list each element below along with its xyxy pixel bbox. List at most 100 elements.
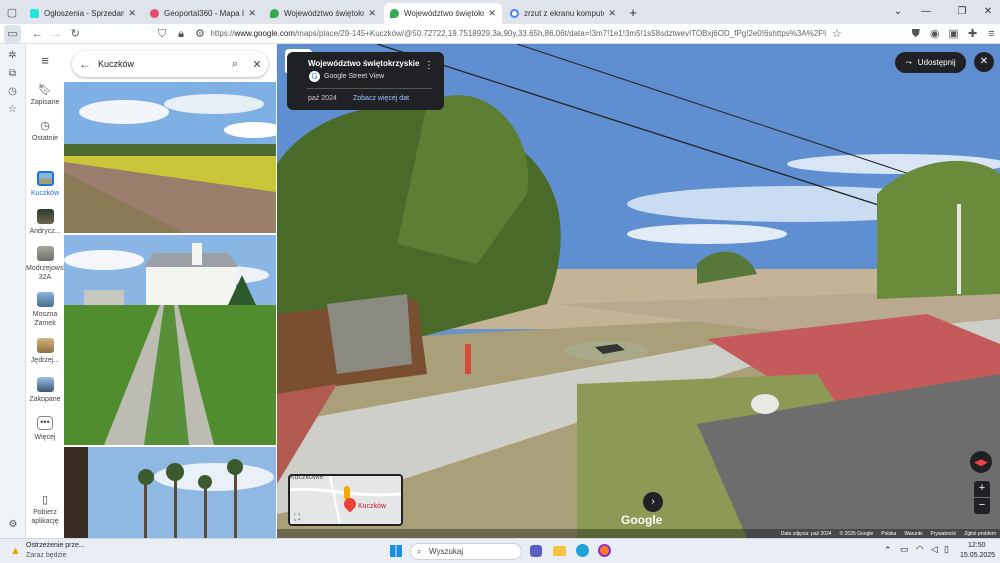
history-icon[interactable]: ◷	[0, 83, 25, 101]
tab-0[interactable]: Ogłoszenia - Sprzedam, kupię ✕	[24, 3, 142, 24]
wifi-icon[interactable]: ◠	[916, 544, 924, 555]
tab-title: zrzut z ekranu komputera - Szukaj	[524, 9, 604, 18]
recent-modrzejowska[interactable]: Modrzejowska 32A	[26, 246, 71, 282]
recent-andrycz[interactable]: Andrycz...	[26, 209, 64, 236]
taskbar-search[interactable]: ⌕ Wyszukaj	[410, 543, 522, 560]
permissions-icon[interactable]: ⚙	[192, 25, 209, 43]
favicon-icon	[30, 9, 39, 18]
navigation-bar: ▭ ← → ↻ ⛉ 🔒︎ ⚙ https://www.google.com/ma…	[0, 24, 1000, 44]
warning-icon[interactable]: ▲	[10, 545, 21, 557]
bookmark-star-icon[interactable]: ☆	[828, 25, 845, 43]
compass-button[interactable]: ◀▶	[970, 451, 992, 473]
tab-2[interactable]: Województwo świętokrzyskie – Google Maps…	[264, 3, 382, 24]
phone-icon: ▯	[41, 494, 49, 506]
thumbnail	[36, 171, 54, 186]
tab-1[interactable]: Geoportal360 - Mapa Interaktywna ✕	[144, 3, 262, 24]
more-options-icon[interactable]: ⋮	[424, 60, 434, 71]
clock-date[interactable]: 15.05.2025	[960, 552, 995, 559]
extension-icon[interactable]: ▣	[945, 25, 962, 43]
search-icon: ⌕	[417, 547, 422, 556]
expand-map-icon[interactable]: ⛶	[294, 512, 300, 523]
shield-icon: ⛉	[158, 27, 167, 40]
close-tab-icon[interactable]: ✕	[608, 8, 616, 19]
photo-church[interactable]	[64, 235, 276, 445]
close-tab-icon[interactable]: ✕	[368, 8, 376, 19]
tray-chevron-icon[interactable]: ⌃	[884, 545, 892, 556]
tab-4[interactable]: zrzut z ekranu komputera - Szukaj ✕	[504, 3, 622, 24]
photo-image	[64, 235, 276, 445]
close-tab-icon[interactable]: ✕	[128, 8, 136, 19]
search-box[interactable]: ← Kuczków ⌕ ✕	[72, 51, 268, 77]
windows-start-icon[interactable]	[390, 545, 402, 557]
rail-item-saved[interactable]: 🔖︎ Zapisane	[26, 85, 64, 107]
close-tab-icon[interactable]: ✕	[488, 8, 496, 19]
share-label: Udostępnij	[917, 58, 956, 67]
share-button[interactable]: ⤳ Udostępnij	[895, 52, 966, 73]
sidebar-settings-icon[interactable]: ⚙	[0, 516, 26, 534]
new-tab-button[interactable]: +	[622, 3, 644, 24]
close-street-view-button[interactable]: ✕	[974, 52, 994, 72]
puzzle-icon[interactable]: ✚	[964, 25, 981, 43]
recent-moszna[interactable]: Moszna Zamek	[26, 292, 64, 328]
search-input[interactable]: Kuczków	[98, 59, 224, 69]
teams-icon[interactable]	[530, 545, 542, 557]
close-window-button[interactable]: ✕	[972, 0, 1000, 24]
footer-copyright: © 2025 Google	[839, 530, 874, 537]
get-app-button[interactable]: ▯ Pobierz aplikację	[26, 494, 64, 526]
footer-terms[interactable]: Warunki	[904, 531, 922, 537]
footer-privacy[interactable]: Prywatność	[930, 531, 956, 537]
zoom-out-button[interactable]: −	[974, 498, 990, 514]
edge-icon[interactable]	[576, 544, 589, 557]
recent-kuczkow[interactable]: Kuczków	[26, 171, 64, 198]
google-icon: G	[309, 71, 320, 82]
recent-jedrzej[interactable]: Jędrzej...	[26, 338, 64, 365]
maps-pin-icon	[270, 9, 279, 18]
close-tab-icon[interactable]: ✕	[248, 8, 256, 19]
network-icon[interactable]: ▭	[900, 544, 909, 555]
account-icon[interactable]: ◉	[926, 25, 943, 43]
rail-item-recent[interactable]: ◷ Ostatnie	[26, 121, 64, 143]
photo-forest[interactable]	[64, 447, 276, 538]
footer-report[interactable]: Zgłoś problem	[964, 531, 996, 537]
street-view[interactable]: ▭ ▾ Województwo świętokrzyskie G Google …	[277, 44, 1000, 538]
thumbnail	[36, 209, 54, 224]
tab-title: Geoportal360 - Mapa Interaktywna	[164, 9, 245, 18]
clock-time[interactable]: 12:50	[968, 542, 986, 549]
reload-icon[interactable]: ↻	[67, 25, 84, 43]
more-dates-link[interactable]: Zobacz więcej dat	[353, 95, 409, 102]
firefox-icon[interactable]	[598, 544, 611, 557]
mini-map[interactable]: Kuczkowie Kuczków ⛶	[288, 474, 403, 526]
rail-item-label: Andrycz...	[29, 228, 61, 235]
recent-zakopane[interactable]: Zakopane	[26, 377, 64, 404]
synced-tabs-icon[interactable]: ⧉	[0, 65, 25, 83]
rail-item-more[interactable]: ••• Więcej	[26, 416, 64, 442]
pocket-icon[interactable]: ⛊	[907, 25, 924, 43]
sidebar-toggle-icon[interactable]: ▭	[4, 24, 21, 43]
bookmarks-icon[interactable]: ☆	[0, 101, 25, 119]
close-icon[interactable]: ✕	[246, 58, 268, 71]
photo-field-road[interactable]	[64, 82, 276, 233]
google-logo: Google	[621, 513, 663, 527]
back-arrow-icon[interactable]: ←	[72, 57, 98, 71]
thumbnail	[36, 246, 54, 261]
minimize-button[interactable]: —	[910, 0, 942, 24]
footer-country[interactable]: Polska	[881, 531, 896, 537]
lock-icon[interactable]: 🔒︎	[173, 25, 190, 43]
search-icon[interactable]: ⌕	[224, 58, 246, 71]
tab-3[interactable]: Województwo świętokrzyskie – Google Maps…	[384, 3, 502, 24]
url-bar[interactable]: https://www.google.com/maps/place/29-145…	[210, 29, 826, 38]
rail-item-label: Kuczków	[30, 190, 59, 197]
weather-title[interactable]: Ostrzeżenie prze...	[26, 542, 85, 549]
volume-icon[interactable]: ◁	[931, 544, 938, 555]
file-explorer-icon[interactable]	[553, 546, 566, 556]
battery-icon[interactable]: ▯	[944, 544, 949, 555]
tab-actions-icon[interactable]: ▢	[2, 3, 22, 24]
zoom-in-button[interactable]: +	[974, 481, 990, 497]
forward-icon[interactable]: →	[48, 25, 65, 43]
ai-chat-icon[interactable]: ✲	[0, 47, 25, 65]
back-icon[interactable]: ←	[29, 25, 46, 43]
menu-icon[interactable]: ≡	[983, 25, 1000, 43]
next-arrow-button[interactable]: ›	[643, 492, 663, 512]
share-icon: ⤳	[905, 57, 912, 67]
hamburger-icon[interactable]: ≡	[26, 54, 64, 67]
